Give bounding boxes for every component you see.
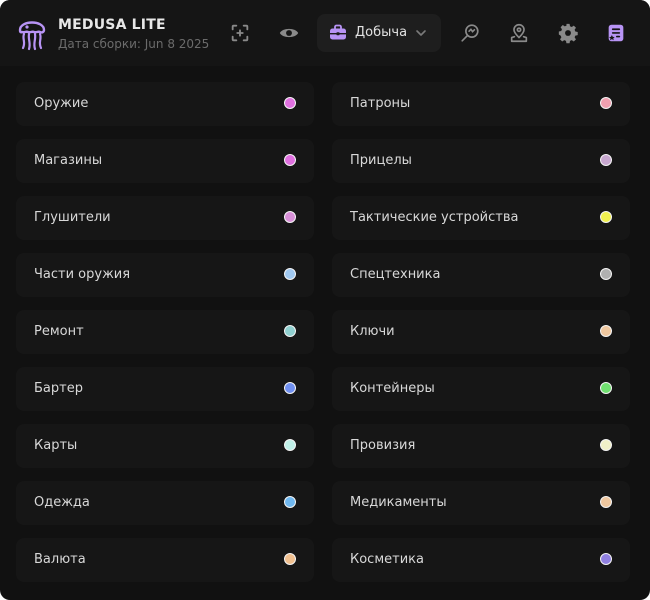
- category-color-dot[interactable]: [284, 154, 296, 166]
- chevron-down-icon: [416, 30, 426, 36]
- dropdown-label: Добыча: [355, 25, 408, 40]
- category-label: Косметика: [350, 552, 424, 567]
- visibility-button[interactable]: [275, 19, 303, 47]
- category-color-dot[interactable]: [600, 268, 612, 280]
- category-item[interactable]: Магазины: [16, 139, 314, 183]
- category-label: Контейнеры: [350, 381, 435, 396]
- category-item[interactable]: Ремонт: [16, 310, 314, 354]
- add-target-button[interactable]: [226, 19, 254, 47]
- category-item[interactable]: Провизия: [332, 424, 630, 468]
- category-label: Провизия: [350, 438, 416, 453]
- category-item[interactable]: Косметика: [332, 538, 630, 582]
- category-color-dot[interactable]: [600, 496, 612, 508]
- category-label: Спецтехника: [350, 267, 441, 282]
- category-item[interactable]: Оружие: [16, 82, 314, 126]
- loot-filter-button[interactable]: [602, 19, 630, 47]
- category-label: Ключи: [350, 324, 395, 339]
- category-color-dot[interactable]: [284, 268, 296, 280]
- loot-dropdown[interactable]: Добыча: [317, 14, 441, 52]
- category-item[interactable]: Карты: [16, 424, 314, 468]
- category-item[interactable]: Тактические устройства: [332, 196, 630, 240]
- app-window: MEDUSA LITE Дата сборки: Jun 8 2025 Добы…: [0, 0, 650, 600]
- category-color-dot[interactable]: [284, 439, 296, 451]
- category-item[interactable]: Спецтехника: [332, 253, 630, 297]
- category-label: Оружие: [34, 96, 89, 111]
- category-item[interactable]: Прицелы: [332, 139, 630, 183]
- category-color-dot[interactable]: [600, 325, 612, 337]
- category-color-dot[interactable]: [600, 382, 612, 394]
- category-color-dot[interactable]: [284, 382, 296, 394]
- category-color-dot[interactable]: [284, 325, 296, 337]
- category-label: Патроны: [350, 96, 411, 111]
- category-label: Ремонт: [34, 324, 84, 339]
- briefcase-icon: [330, 24, 346, 40]
- header-bar: MEDUSA LITE Дата сборки: Jun 8 2025 Добы…: [0, 0, 650, 66]
- add-target-icon: [231, 24, 249, 42]
- search-button[interactable]: [456, 19, 484, 47]
- category-item[interactable]: Глушители: [16, 196, 314, 240]
- category-label: Прицелы: [350, 153, 412, 168]
- category-label: Тактические устройства: [350, 210, 519, 225]
- checklist-star-icon: [608, 24, 624, 42]
- category-label: Медикаменты: [350, 495, 447, 510]
- category-color-dot[interactable]: [600, 439, 612, 451]
- jellyfish-logo-icon: [18, 21, 46, 51]
- search-icon: [461, 24, 479, 42]
- category-color-dot[interactable]: [284, 553, 296, 565]
- category-color-dot[interactable]: [600, 211, 612, 223]
- category-label: Одежда: [34, 495, 90, 510]
- category-item[interactable]: Бартер: [16, 367, 314, 411]
- category-label: Валюта: [34, 552, 86, 567]
- map-button[interactable]: [505, 19, 533, 47]
- category-item[interactable]: Валюта: [16, 538, 314, 582]
- app-title: MEDUSA LITE: [58, 17, 166, 33]
- category-item[interactable]: Одежда: [16, 481, 314, 525]
- category-color-dot[interactable]: [284, 211, 296, 223]
- category-label: Карты: [34, 438, 78, 453]
- build-date: Дата сборки: Jun 8 2025: [58, 37, 210, 51]
- category-color-dot[interactable]: [600, 97, 612, 109]
- category-label: Части оружия: [34, 267, 131, 282]
- eye-icon: [279, 28, 299, 38]
- category-label: Глушители: [34, 210, 111, 225]
- category-item[interactable]: Ключи: [332, 310, 630, 354]
- category-item[interactable]: Медикаменты: [332, 481, 630, 525]
- category-item[interactable]: Части оружия: [16, 253, 314, 297]
- category-label: Магазины: [34, 153, 103, 168]
- category-item[interactable]: Патроны: [332, 82, 630, 126]
- category-color-dot[interactable]: [600, 553, 612, 565]
- map-pin-icon: [510, 24, 528, 43]
- category-item[interactable]: Контейнеры: [332, 367, 630, 411]
- category-color-dot[interactable]: [284, 496, 296, 508]
- category-color-dot[interactable]: [284, 97, 296, 109]
- gear-icon: [558, 23, 578, 44]
- category-color-dot[interactable]: [600, 154, 612, 166]
- category-label: Бартер: [34, 381, 83, 396]
- settings-button[interactable]: [554, 19, 582, 47]
